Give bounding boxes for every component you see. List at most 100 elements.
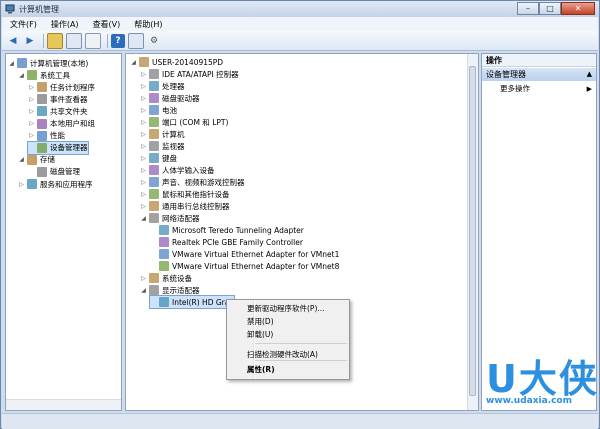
actions-section-device-manager[interactable]: 设备管理器 ▲ bbox=[482, 68, 596, 81]
expand-arrow-icon[interactable]: ▷ bbox=[140, 167, 147, 174]
device-tree-item[interactable]: ▷ 处理器 bbox=[140, 80, 185, 92]
device-tree-item[interactable]: VMware Virtual Ethernet Adapter for VMne… bbox=[150, 260, 339, 272]
expand-arrow-icon[interactable]: ▷ bbox=[140, 95, 147, 102]
device-tree-item[interactable]: ▷ 声音、视频和游戏控制器 bbox=[140, 176, 245, 188]
device-tree-item[interactable]: ◢ USER-20140915PD bbox=[130, 56, 223, 68]
properties-icon[interactable] bbox=[85, 32, 101, 49]
tree-item-label: 性能 bbox=[50, 131, 65, 141]
device-item-label: 通用串行总线控制器 bbox=[162, 201, 230, 211]
expand-arrow-icon[interactable]: ▷ bbox=[140, 191, 147, 198]
help-icon[interactable]: ? bbox=[111, 33, 125, 48]
console-tree-item[interactable]: ▷ 服务和应用程序 bbox=[18, 178, 93, 190]
device-category-icon bbox=[149, 129, 159, 139]
device-tree-item[interactable]: ▷ 人体学输入设备 bbox=[140, 164, 215, 176]
device-item-label: 监视器 bbox=[162, 141, 185, 151]
scan-hardware-icon[interactable] bbox=[128, 32, 144, 49]
menu-file[interactable]: 文件(F) bbox=[2, 19, 43, 30]
device-category-icon bbox=[149, 153, 159, 163]
console-tree-item[interactable]: ▷ 事件查看器 bbox=[28, 93, 88, 105]
show-hide-tree-icon[interactable] bbox=[66, 32, 82, 49]
expand-arrow-icon[interactable]: ▷ bbox=[28, 120, 35, 127]
expand-arrow-icon[interactable]: ▷ bbox=[140, 275, 147, 282]
device-tree-item[interactable]: ▷ 系统设备 bbox=[140, 272, 192, 284]
collapse-arrow-icon[interactable]: ◢ bbox=[18, 72, 25, 79]
console-tree-item[interactable]: ▷ 任务计划程序 bbox=[28, 81, 95, 93]
context-menu-item[interactable]: 属性(R) bbox=[247, 364, 275, 376]
menu-action[interactable]: 操作(A) bbox=[43, 19, 85, 30]
collapse-arrow-icon[interactable]: ◢ bbox=[130, 59, 137, 66]
expand-arrow-icon[interactable]: ▷ bbox=[140, 203, 147, 210]
expand-arrow-icon[interactable]: ▷ bbox=[140, 143, 147, 150]
menu-view[interactable]: 查看(V) bbox=[85, 19, 127, 30]
collapse-arrow-icon[interactable]: ◢ bbox=[140, 215, 147, 222]
device-tree-item[interactable]: ▷ 监视器 bbox=[140, 140, 185, 152]
collapse-arrow-icon[interactable]: ◢ bbox=[18, 156, 25, 163]
device-item-label: Microsoft Teredo Tunneling Adapter bbox=[172, 225, 304, 235]
console-tree-item[interactable]: ◢ 存储 bbox=[18, 154, 55, 166]
collapse-arrow-icon[interactable]: ◢ bbox=[8, 60, 15, 67]
console-tree-item[interactable]: ◢ 系统工具 bbox=[18, 69, 70, 81]
tree-node-icon bbox=[37, 106, 47, 117]
console-tree-item[interactable]: ▷ 性能 bbox=[28, 130, 65, 142]
context-menu-separator bbox=[255, 343, 347, 344]
device-tree-item[interactable]: ▷ 磁盘驱动器 bbox=[140, 92, 200, 104]
console-tree-item[interactable]: 设备管理器 bbox=[27, 140, 89, 155]
minimize-button[interactable]: – bbox=[517, 2, 539, 15]
scrollbar-thumb[interactable] bbox=[469, 66, 476, 396]
device-tree-item[interactable]: ▷ IDE ATA/ATAPI 控制器 bbox=[140, 68, 239, 80]
device-category-icon bbox=[149, 81, 159, 91]
expand-arrow-icon[interactable]: ▷ bbox=[140, 83, 147, 90]
device-item-label: VMware Virtual Ethernet Adapter for VMne… bbox=[172, 261, 340, 271]
up-folder-icon[interactable] bbox=[47, 32, 63, 49]
more-actions-item[interactable]: 更多操作 ▶ bbox=[482, 83, 596, 95]
collapse-arrow-icon[interactable]: ▲ bbox=[587, 68, 592, 81]
maximize-button[interactable]: □ bbox=[539, 2, 561, 15]
device-tree-item[interactable]: ▷ 端口 (COM 和 LPT) bbox=[140, 116, 228, 128]
device-tree-item[interactable]: Intel(R) HD Grap bbox=[148, 295, 236, 309]
collapse-arrow-icon[interactable]: ◢ bbox=[140, 287, 147, 294]
device-tree-item[interactable]: ◢ 显示适配器 bbox=[140, 284, 200, 296]
menu-bar: 文件(F) 操作(A) 查看(V) 帮助(H) bbox=[2, 17, 598, 31]
submenu-arrow-icon: ▶ bbox=[586, 85, 592, 93]
console-tree-item[interactable]: ◢ 计算机管理(本地) bbox=[8, 57, 88, 69]
tree-item-label: 磁盘管理 bbox=[50, 167, 80, 177]
back-icon[interactable]: ◀ bbox=[6, 34, 20, 48]
context-menu-item[interactable]: 更新驱动程序软件(P)... bbox=[247, 303, 325, 315]
expand-arrow-icon[interactable]: ▷ bbox=[140, 179, 147, 186]
horizontal-scrollbar[interactable] bbox=[6, 399, 121, 410]
expand-arrow-icon[interactable]: ▷ bbox=[140, 131, 147, 138]
console-tree-item[interactable]: ▷ 本地用户和组 bbox=[28, 118, 95, 130]
expand-arrow-icon[interactable]: ▷ bbox=[140, 155, 147, 162]
device-action-icon[interactable]: ⚙ bbox=[147, 34, 161, 48]
expand-arrow-icon[interactable]: ▷ bbox=[28, 84, 35, 91]
console-tree-pane[interactable]: ◢ 计算机管理(本地) ◢ 系统工具 ▷ 任务计划程序 ▷ 事件查看器 ▷ 共享文件夹 ▷ 本地用户和… bbox=[5, 53, 122, 411]
expand-arrow-icon[interactable]: ▷ bbox=[140, 71, 147, 78]
expand-arrow-icon[interactable]: ▷ bbox=[18, 181, 25, 188]
device-tree-item[interactable]: ▷ 计算机 bbox=[140, 128, 185, 140]
expand-arrow-icon[interactable]: ▷ bbox=[140, 119, 147, 126]
device-tree-item[interactable]: ◢ 网络适配器 bbox=[140, 212, 200, 224]
expand-arrow-icon[interactable]: ▷ bbox=[28, 132, 35, 139]
device-tree-item[interactable]: Realtek PCIe GBE Family Controller bbox=[150, 236, 303, 248]
title-bar[interactable]: 计算机管理 – □ ✕ bbox=[1, 1, 599, 17]
device-tree-item[interactable]: ▷ 鼠标和其他指针设备 bbox=[140, 188, 230, 200]
tree-node-icon bbox=[37, 118, 47, 129]
context-menu-item[interactable]: 禁用(D) bbox=[247, 316, 274, 328]
device-tree-item[interactable]: ▷ 电池 bbox=[140, 104, 177, 116]
menu-help[interactable]: 帮助(H) bbox=[126, 19, 168, 30]
vertical-scrollbar[interactable] bbox=[467, 54, 478, 410]
expand-arrow-icon[interactable]: ▷ bbox=[28, 108, 35, 115]
device-tree-item[interactable]: ▷ 键盘 bbox=[140, 152, 177, 164]
toolbar-separator bbox=[107, 33, 108, 48]
context-menu-item[interactable]: 卸载(U) bbox=[247, 329, 273, 341]
console-tree-item[interactable]: ▷ 共享文件夹 bbox=[28, 105, 88, 117]
device-tree-item[interactable]: Microsoft Teredo Tunneling Adapter bbox=[150, 224, 304, 236]
expand-arrow-icon[interactable]: ▷ bbox=[28, 96, 35, 103]
device-tree-item[interactable]: ▷ 通用串行总线控制器 bbox=[140, 200, 230, 212]
console-tree-item[interactable]: 磁盘管理 bbox=[28, 166, 80, 178]
forward-icon[interactable]: ▶ bbox=[23, 34, 37, 48]
close-button[interactable]: ✕ bbox=[561, 2, 595, 15]
expand-arrow-icon[interactable]: ▷ bbox=[140, 107, 147, 114]
device-tree-item[interactable]: VMware Virtual Ethernet Adapter for VMne… bbox=[150, 248, 339, 260]
device-category-icon bbox=[149, 189, 159, 199]
